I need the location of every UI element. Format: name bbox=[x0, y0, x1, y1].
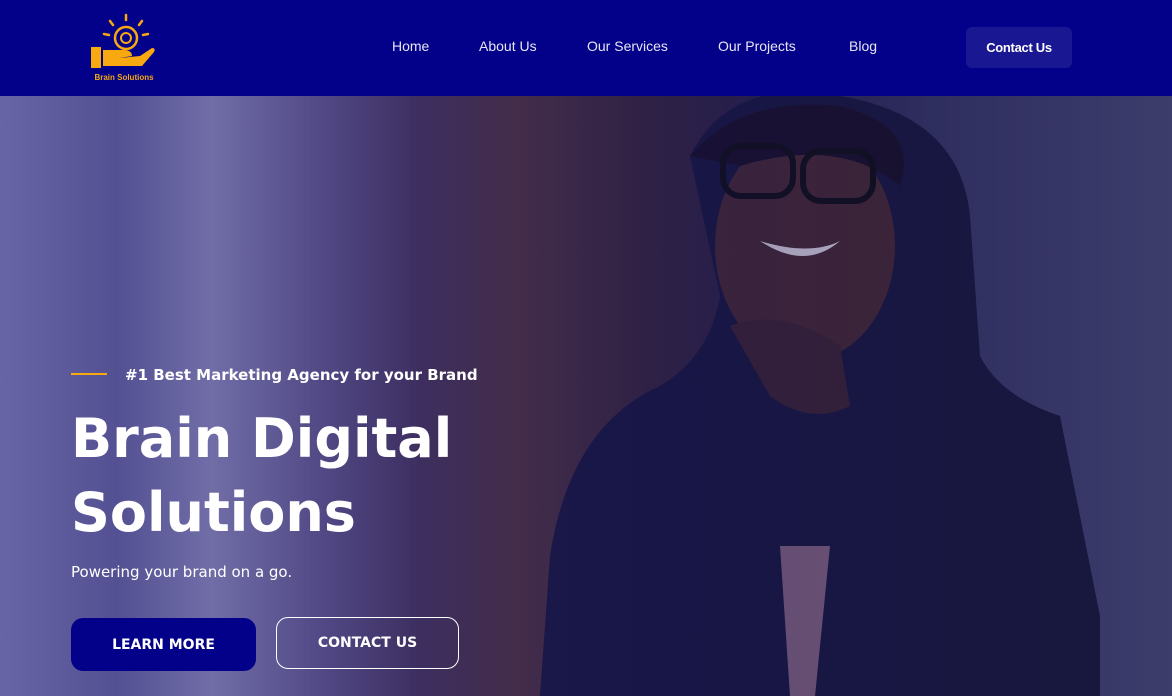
contact-us-hero-button[interactable]: CONTACT US bbox=[276, 617, 459, 669]
learn-more-button[interactable]: LEARN MORE bbox=[71, 618, 256, 671]
nav-about-us[interactable]: About Us bbox=[479, 38, 537, 54]
nav-home[interactable]: Home bbox=[392, 38, 429, 54]
brand-logo[interactable]: Brain Solutions bbox=[88, 12, 160, 86]
lightbulb-hand-icon bbox=[91, 13, 155, 68]
hero-title: Brain Digital Solutions bbox=[71, 407, 453, 544]
nav-our-services[interactable]: Our Services bbox=[587, 38, 668, 54]
hero-subtitle: Powering your brand on a go. bbox=[71, 563, 293, 581]
eyebrow-accent-line bbox=[71, 373, 107, 375]
nav-blog[interactable]: Blog bbox=[849, 38, 877, 54]
top-navbar: Brain Solutions Home About Us Our Servic… bbox=[0, 0, 1172, 96]
contact-us-button[interactable]: Contact Us bbox=[966, 27, 1072, 68]
hero-eyebrow: #1 Best Marketing Agency for your Brand bbox=[125, 366, 478, 384]
hero-section: #1 Best Marketing Agency for your Brand … bbox=[0, 96, 1172, 696]
nav-our-projects[interactable]: Our Projects bbox=[718, 38, 796, 54]
